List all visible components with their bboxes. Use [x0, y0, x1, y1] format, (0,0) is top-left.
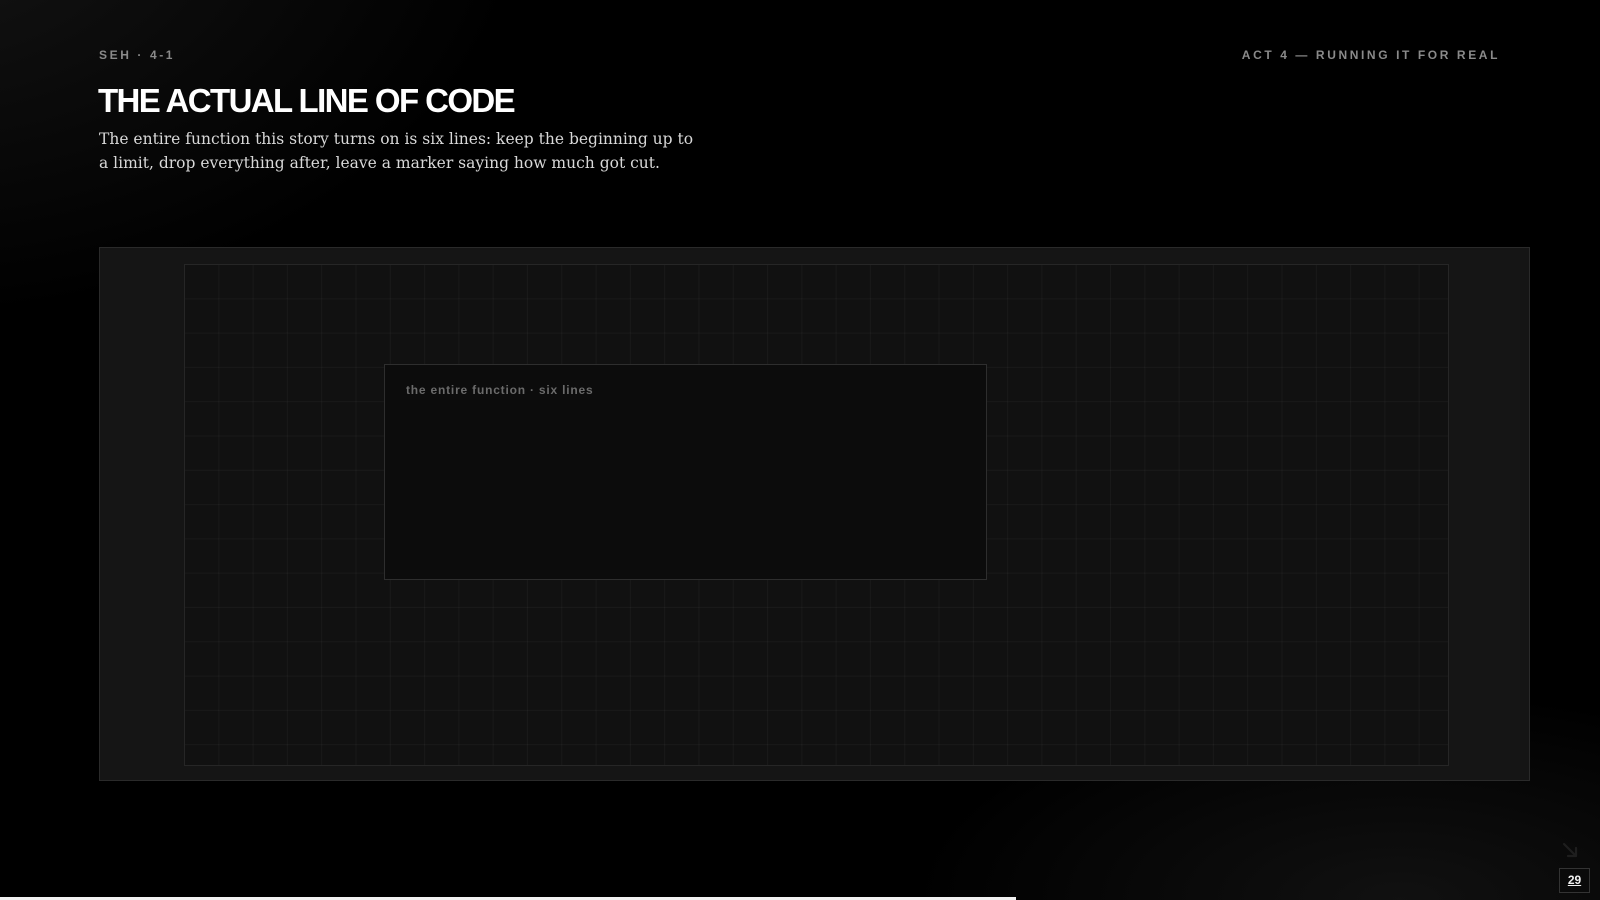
page-number[interactable]: 29: [1559, 868, 1590, 893]
slide-subtitle: The entire function this story turns on …: [99, 130, 694, 172]
grid-canvas: the entire function · six lines: [184, 264, 1449, 766]
code-card-label: the entire function · six lines: [406, 383, 594, 397]
slide-eyebrow: SEH · 4-1: [99, 48, 176, 62]
demo-stage: the entire function · six lines: [99, 247, 1530, 781]
slide-title: THE ACTUAL LINE OF CODE: [98, 82, 516, 119]
act-label: ACT 4 — RUNNING IT FOR REAL: [1241, 48, 1500, 62]
code-card: the entire function · six lines: [384, 364, 987, 580]
chevron-down-right-icon: [1562, 842, 1578, 858]
